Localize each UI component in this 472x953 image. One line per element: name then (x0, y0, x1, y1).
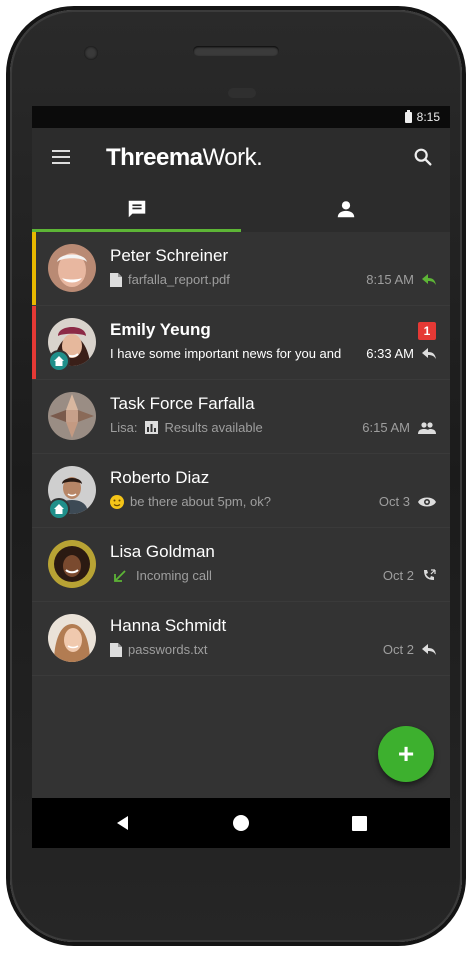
back-triangle-icon (117, 816, 128, 830)
search-icon[interactable] (412, 146, 434, 168)
earpiece-speaker (193, 46, 279, 56)
app-bar: ThreemaWork. (32, 128, 450, 186)
avatar (48, 614, 96, 662)
pinned-stripe (32, 232, 36, 305)
message-meta: Oct 3 (379, 494, 436, 509)
unread-count-badge: 1 (418, 322, 436, 340)
contact-name: Peter Schreiner (110, 246, 229, 265)
app-screen: 8:15 ThreemaWork. Peter Schreiner farfal… (32, 106, 450, 848)
file-icon (110, 272, 122, 287)
reply-arrow-icon (422, 347, 436, 360)
front-camera (84, 46, 98, 60)
conversation-row[interactable]: Hanna Schmidt passwords.txt Oct 2 (32, 602, 450, 676)
preview-text: passwords.txt (128, 642, 208, 657)
eye-icon (418, 496, 436, 508)
incoming-call-arrow-icon (114, 569, 126, 582)
proximity-sensor (228, 88, 256, 98)
group-icon (418, 421, 436, 434)
conversation-list: Peter Schreiner farfalla_report.pdf 8:15… (32, 232, 450, 676)
message-meta: 8:15 AM (366, 272, 436, 287)
message-time: 6:33 AM (366, 346, 414, 361)
work-badge (48, 498, 70, 520)
message-time: 6:15 AM (362, 420, 410, 435)
emoji-icon (110, 494, 124, 509)
contact-name: Task Force Farfalla (110, 394, 255, 413)
contact-icon (337, 201, 354, 218)
message-meta: 6:33 AM (366, 346, 436, 361)
chat-icon (128, 200, 145, 218)
recents-button[interactable] (329, 798, 389, 848)
recents-square-icon (351, 815, 367, 831)
preview-text: be there about 5pm, ok? (130, 494, 271, 509)
message-time: Oct 2 (382, 642, 414, 657)
preview-text: farfalla_report.pdf (128, 272, 230, 287)
contact-name: Hanna Schmidt (110, 616, 227, 635)
preview-sender: Lisa: (110, 420, 138, 435)
poll-icon (145, 421, 159, 434)
conversation-row[interactable]: Emily Yeung 1 I have some important news… (32, 306, 450, 380)
reply-arrow-icon (422, 643, 436, 656)
message-preview: be there about 5pm, ok? (110, 494, 271, 509)
message-preview: I have some important news for you and (110, 346, 341, 361)
message-meta: 6:15 AM (362, 420, 436, 435)
reply-arrow-icon (422, 273, 436, 286)
home-icon (54, 356, 64, 366)
home-icon (54, 504, 64, 514)
tab-contacts[interactable] (241, 186, 450, 232)
preview-text: Results available (164, 420, 263, 435)
conversation-row[interactable]: Lisa Goldman Incoming call Oct 2 (32, 528, 450, 602)
message-preview: passwords.txt (110, 642, 207, 657)
message-time: Oct 3 (378, 494, 410, 509)
avatar (48, 540, 96, 588)
status-bar: 8:15 (32, 106, 450, 128)
app-title-light: Work. (202, 144, 263, 171)
message-preview: farfalla_report.pdf (110, 272, 230, 287)
home-circle-icon (233, 815, 249, 831)
avatar (48, 244, 96, 292)
back-button[interactable] (93, 798, 153, 848)
contact-name: Emily Yeung (110, 320, 211, 339)
menu-icon[interactable] (52, 150, 70, 164)
conversation-row[interactable]: Peter Schreiner farfalla_report.pdf 8:15… (32, 232, 450, 306)
unread-stripe (32, 306, 36, 379)
new-chat-button[interactable]: + (378, 726, 434, 782)
system-nav-bar (32, 798, 450, 848)
status-time: 8:15 (416, 110, 440, 124)
file-icon (110, 642, 122, 657)
conversation-row[interactable]: Task Force Farfalla Lisa: Results availa… (32, 380, 450, 454)
home-button[interactable] (211, 798, 271, 848)
message-meta: Oct 2 (383, 568, 436, 583)
avatar (48, 392, 96, 440)
app-title: ThreemaWork. (106, 144, 263, 172)
preview-text: Incoming call (136, 568, 212, 583)
message-preview: Lisa: Results available (110, 420, 263, 435)
tab-chats[interactable] (32, 186, 241, 232)
message-time: 8:15 AM (366, 272, 414, 287)
contact-name: Lisa Goldman (110, 542, 215, 561)
message-meta: Oct 2 (383, 642, 436, 657)
conversation-row[interactable]: Roberto Diaz be there about 5pm, ok? Oct… (32, 454, 450, 528)
contact-name: Roberto Diaz (110, 468, 210, 487)
tab-bar (32, 186, 450, 232)
battery-icon (404, 109, 412, 123)
phone-icon (422, 568, 436, 583)
preview-text: I have some important news for you and (110, 346, 342, 361)
work-badge (48, 350, 70, 372)
app-title-bold: Threema (106, 144, 203, 171)
message-time: Oct 2 (382, 568, 414, 583)
message-preview: Incoming call (110, 568, 212, 583)
